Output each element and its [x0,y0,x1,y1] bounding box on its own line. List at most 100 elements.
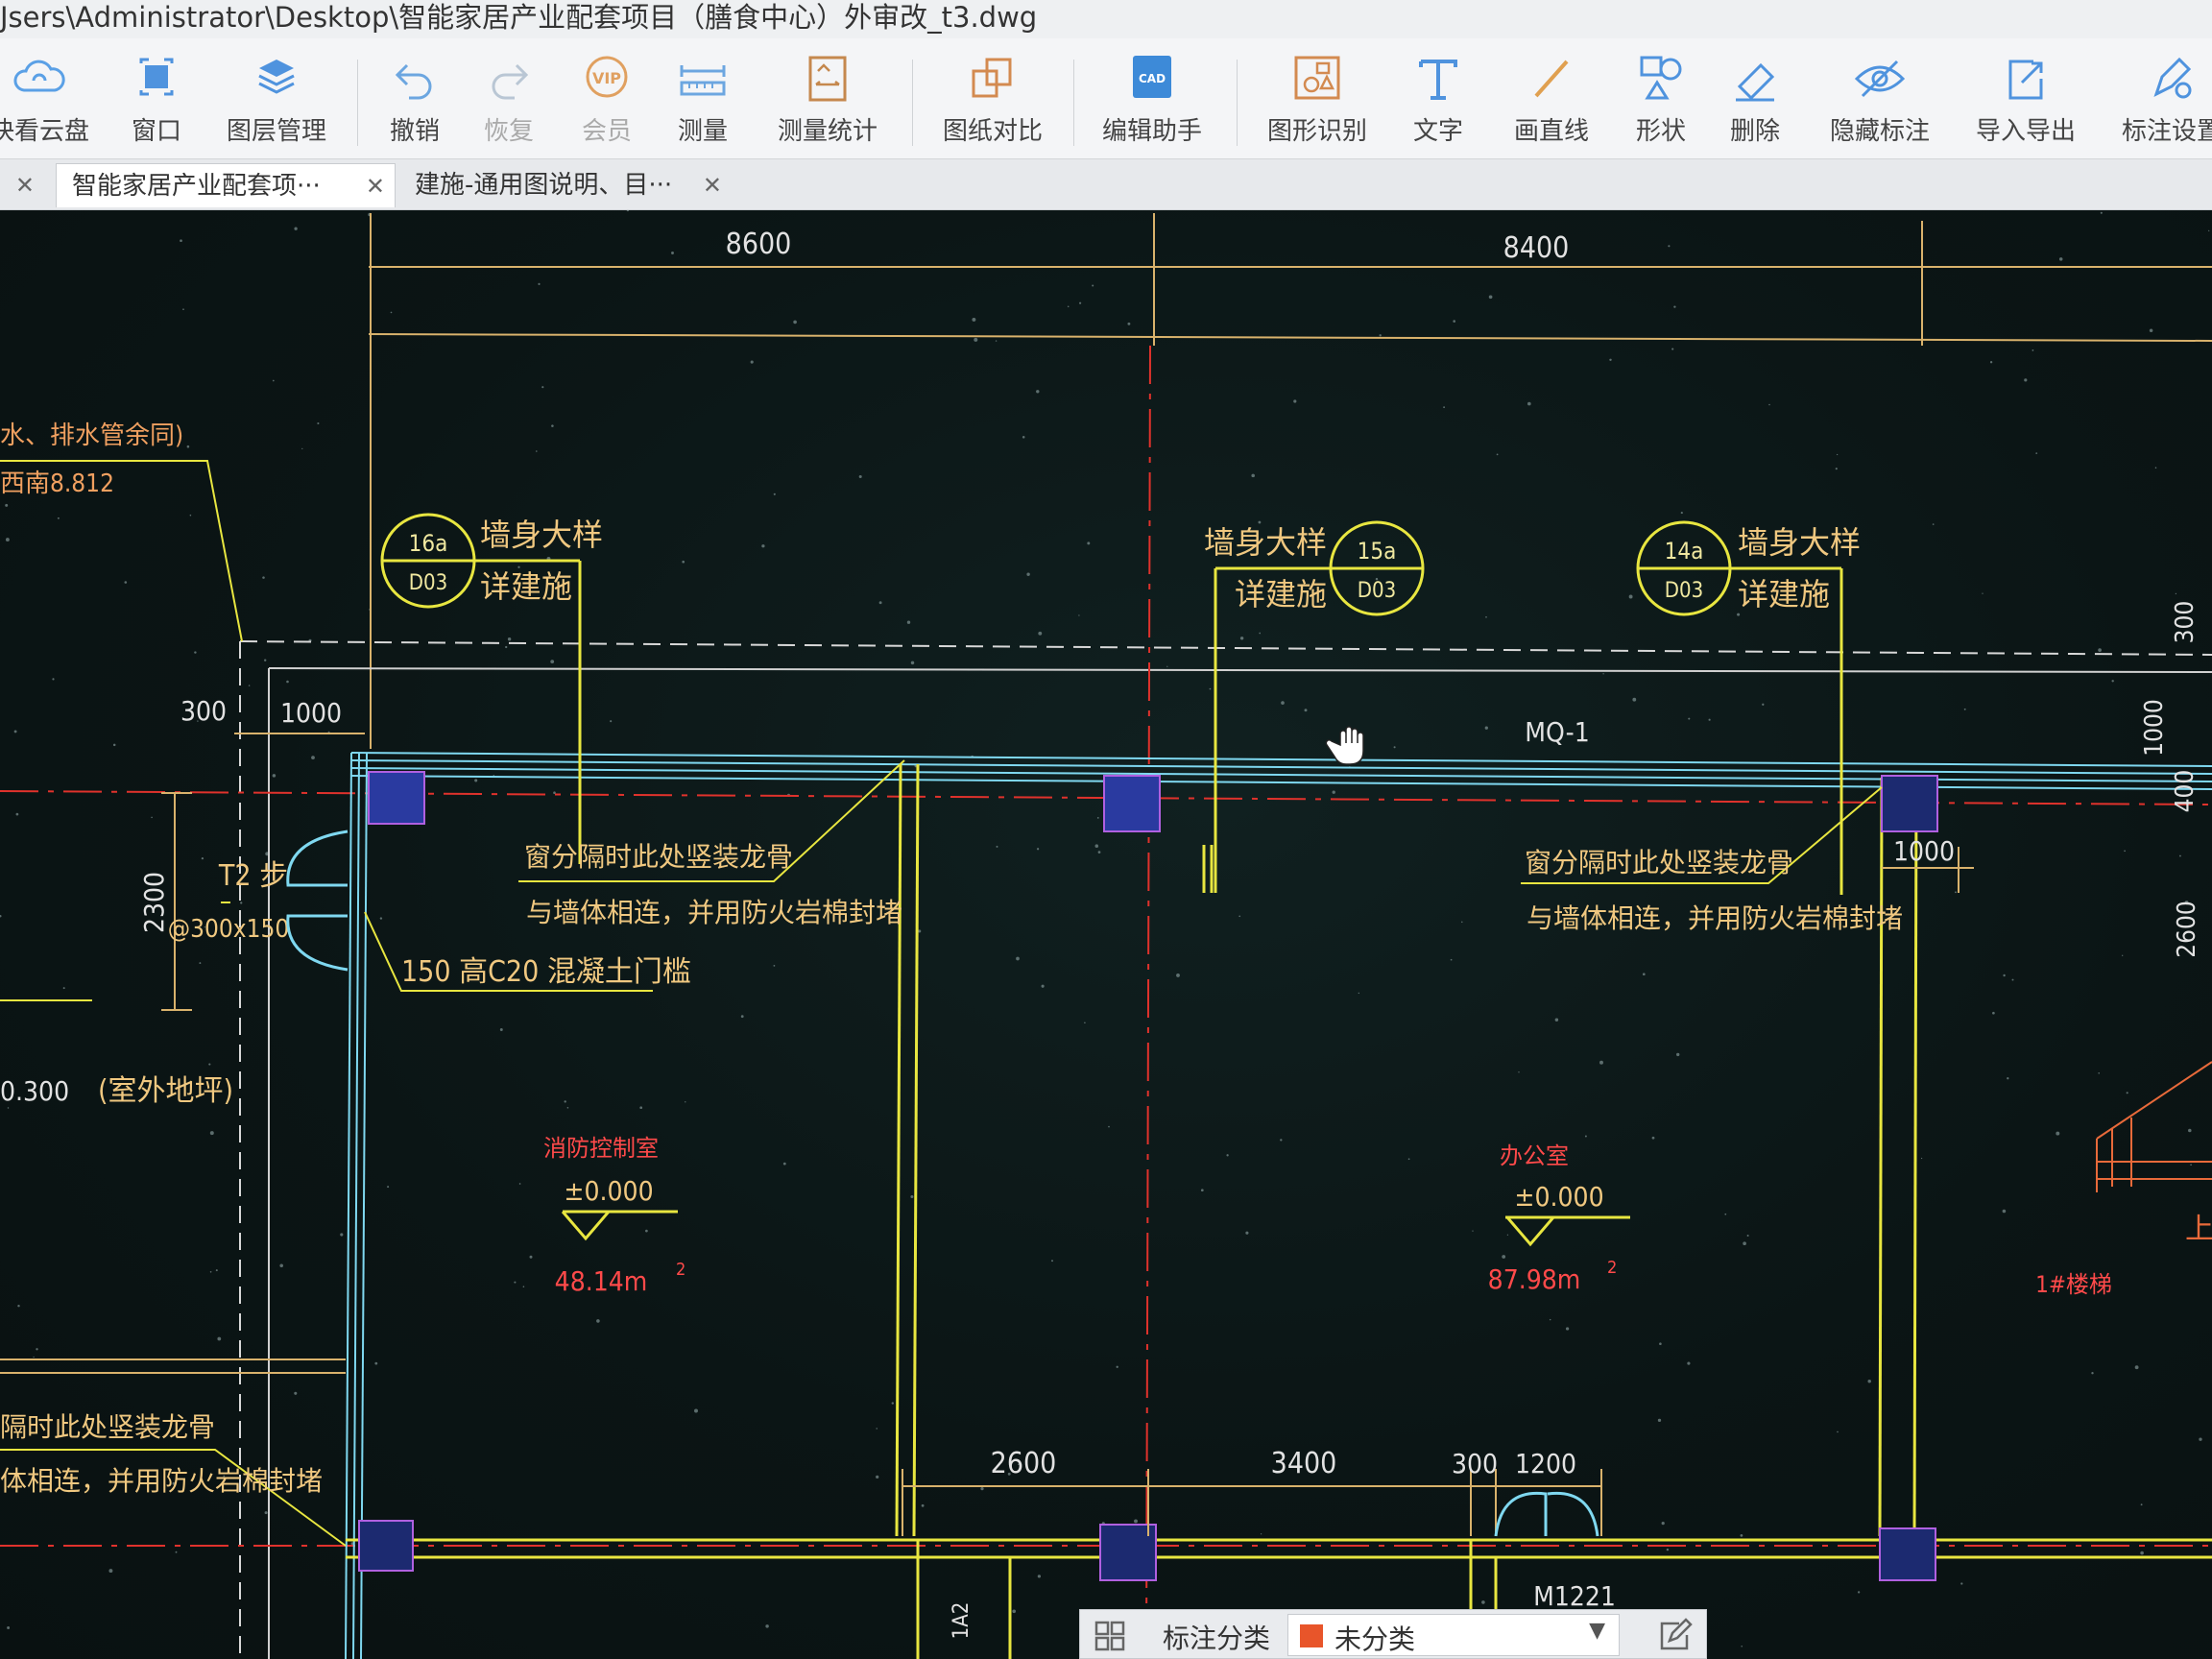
speckle-dot [1096,816,1099,819]
toolbar-separator [357,60,358,146]
speckle-dot [1097,851,1101,854]
window-icon [139,58,174,96]
speckle-dot [1602,673,1604,675]
speckle-dot [1092,284,1094,287]
import-export-label: 导入导出 [1975,117,2076,146]
cloud-drive-button[interactable]: 快看云盘 [0,52,92,153]
speckle-dot [1527,401,1531,406]
speckle-dot [626,210,630,212]
entry-door-swing [286,830,349,972]
speckle-dot [550,660,555,663]
speckle-dot [2199,1437,2202,1441]
speckle-dot [189,514,192,517]
text-button[interactable]: 文字 [1400,52,1477,153]
shapes-button[interactable]: 形状 [1623,52,1699,153]
room-fire-control: 消防控制室 ±0.000 48.14m 2 [543,1135,685,1297]
speckle-dot [62,987,65,990]
speckle-dot [1332,790,1335,794]
speckle-dot [1094,844,1099,848]
close-icon[interactable]: ✕ [15,163,35,207]
speckle-dot [773,964,776,967]
speckle-dot [1963,708,1966,710]
speckle-dot [2100,211,2103,214]
speckle-dot [1651,1136,1655,1140]
speckle-dot [33,1356,35,1358]
toolbar-separator [912,60,913,146]
speckle-dot [1038,631,1043,636]
speckle-dot [1746,1235,1749,1237]
speckle-dot [1740,1534,1743,1537]
delete-label: 删除 [1729,117,1780,146]
tab-current-drawing[interactable]: 智能家居产业配套项··· ✕ [56,163,396,207]
undo-label: 撤销 [389,117,440,146]
speckle-dot [279,1263,283,1268]
close-icon[interactable]: ✕ [366,164,385,208]
drawing-canvas[interactable]: 8600 8400 16a D03 墙身大样 详建施 15a D03 墙身大样 … [0,210,2212,1659]
outdoor-level: 0.300 [0,1075,69,1107]
speckle-dot [1687,1361,1691,1365]
tab-general-notes[interactable]: 建施-通用图说明、目··· ✕ [399,163,732,207]
compare-button[interactable]: 图纸对比 [933,52,1052,153]
shape-recognition-icon [1294,56,1340,100]
speckle-dot [2134,1365,2139,1370]
column-tag: 1A2 [950,1602,974,1640]
speckle-dot [2126,1092,2128,1094]
cad-edit-icon: CAD [1133,56,1171,98]
hide-annotation-button[interactable]: 隐藏标注 [1820,52,1939,153]
layer-manager-button[interactable]: 图层管理 [219,52,334,153]
compare-label: 图纸对比 [942,117,1043,146]
cloud-icon [13,60,65,92]
import-export-button[interactable]: 导入导出 [1970,52,2081,153]
area-unit-sup: 2 [676,1260,685,1280]
callout-3-ref: 详建施 [1738,576,1830,613]
annotation-settings-button[interactable]: 标注设置 [2116,52,2212,153]
speckle-dot [1260,1533,1262,1535]
vip-button[interactable]: VIP 会员 [568,52,645,153]
speckle-dot [2188,1128,2192,1133]
speckle-dot [1481,1600,1485,1604]
door-tag: M1221 [1533,1580,1616,1612]
speckle-dot [1867,1379,1871,1383]
room-name: 办公室 [1500,1142,1569,1169]
edit-assistant-button[interactable]: CAD 编辑助手 [1093,52,1212,153]
measure-stats-button[interactable]: 测量统计 [768,52,887,153]
window-button[interactable]: 窗口 [113,52,200,153]
speckle-dot [5,538,10,542]
speckle-dot [1554,1018,1559,1022]
measure-button[interactable]: 测量 [664,52,741,153]
draw-line-button[interactable]: 画直线 [1503,52,1599,153]
speckle-dot [209,1270,212,1273]
undo-button[interactable]: 撤销 [376,52,453,153]
speckle-dot [1642,973,1646,976]
vip-icon: VIP [586,56,628,98]
speckle-dot [1293,399,1297,403]
speckle-dot [151,816,153,819]
tab-previous-partial[interactable]: ✕ [0,163,44,207]
dim-bottom-3: 300 [1452,1448,1498,1479]
speckle-dot [1488,295,1493,300]
delete-button[interactable]: 删除 [1717,52,1793,153]
callout-2-ref: 详建施 [1235,576,1327,613]
edit-category-icon[interactable] [1656,1618,1693,1652]
toolbar-separator [1073,60,1074,146]
note-step: T2 步 [218,859,288,893]
speckle-dot [505,645,508,649]
speckle-dot [301,447,303,449]
speckle-dot [671,252,674,254]
speckle-dot [1453,320,1455,323]
room-level: ±0.000 [564,1175,653,1207]
speckle-dot [1358,992,1359,995]
redo-button[interactable]: 恢复 [470,52,547,153]
close-icon[interactable]: ✕ [703,163,722,207]
speckle-dot [750,360,754,364]
speckle-dot [1920,1157,1923,1160]
speckle-dot [1609,358,1612,362]
speckle-dot [876,1475,879,1479]
category-select[interactable]: 未分类 ▼ [1287,1614,1620,1656]
speckle-dot [272,774,276,778]
dim-right-3: 400 [2171,770,2200,813]
speckle-dot [538,282,541,285]
import-export-icon [2008,60,2043,100]
shape-recognition-button[interactable]: 图形识别 [1258,52,1377,153]
eraser-icon [1736,62,1775,102]
